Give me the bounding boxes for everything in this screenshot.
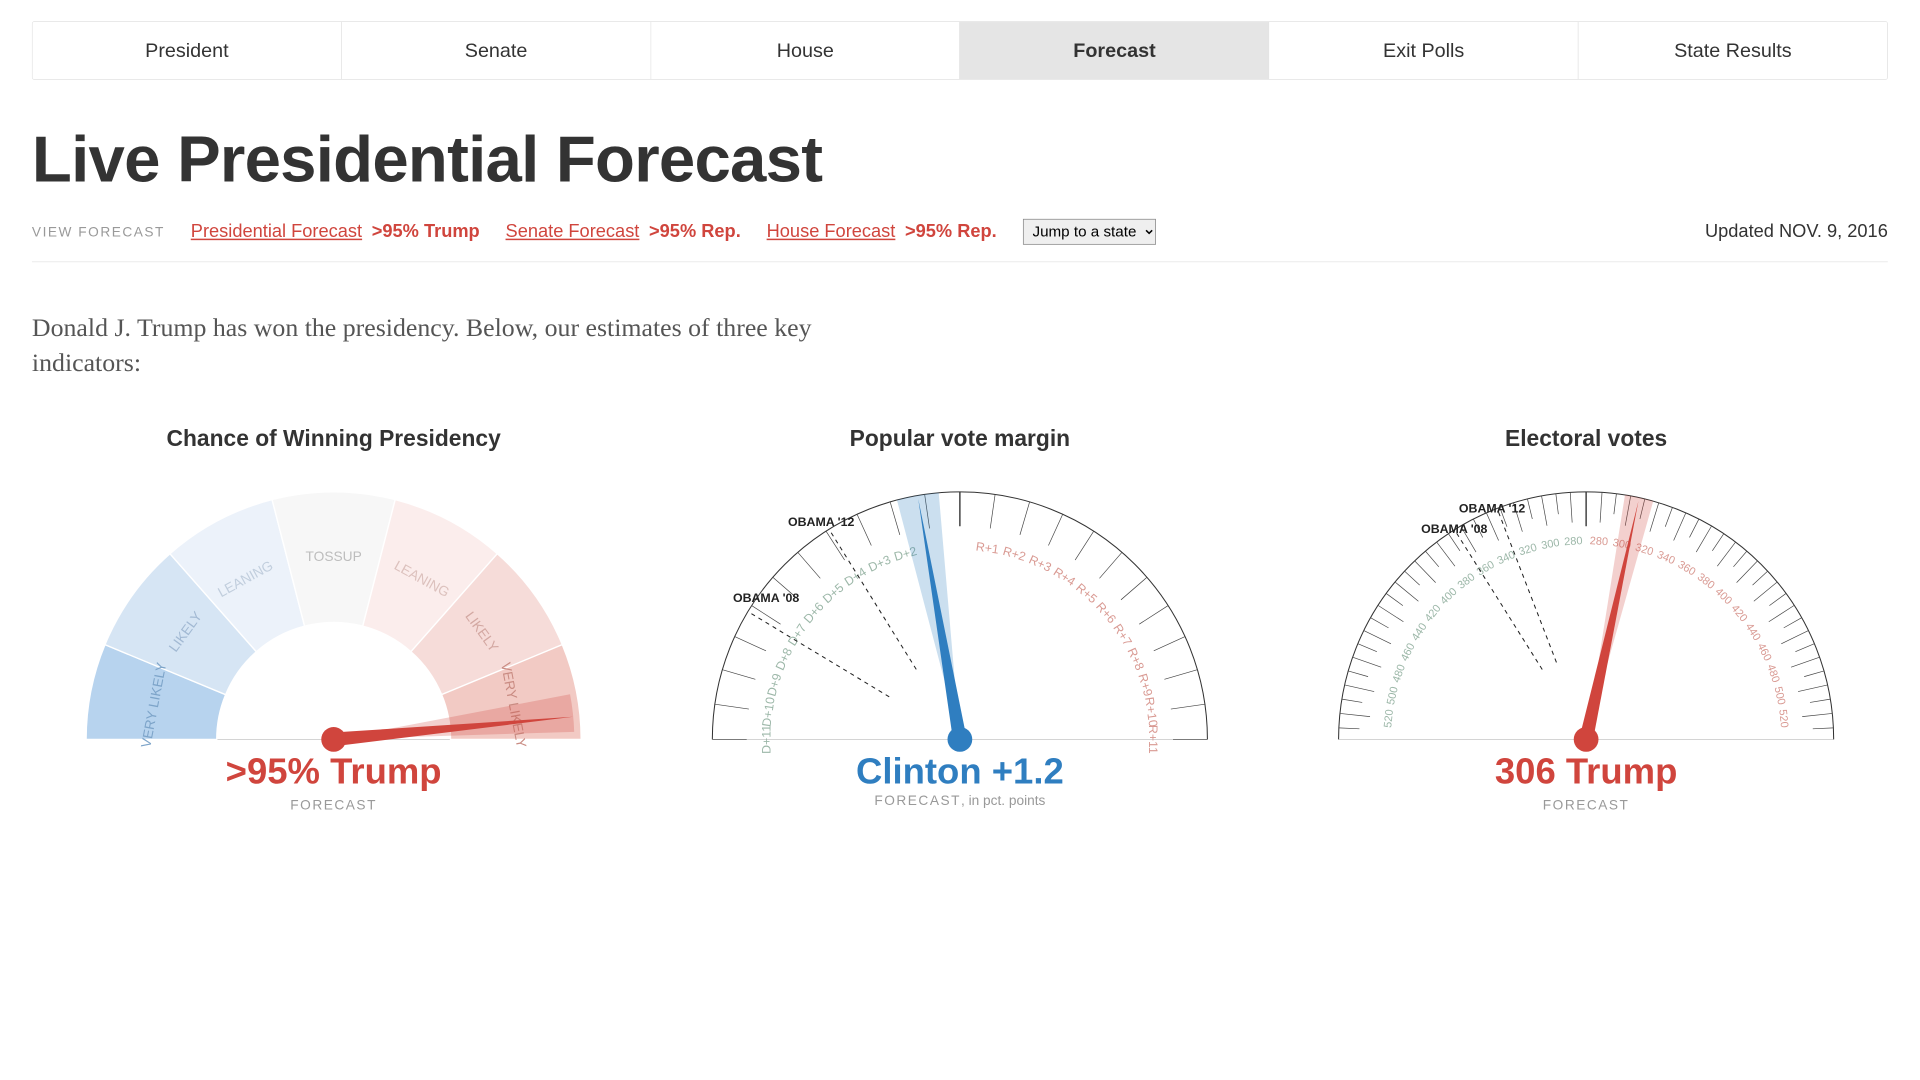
- forecast-bar: VIEW FORECAST Presidential Forecast >95%…: [32, 219, 1888, 262]
- svg-text:D+10: D+10: [760, 696, 778, 728]
- gauge-value: >95% Trump: [32, 751, 635, 793]
- tab-senate[interactable]: Senate: [342, 22, 651, 79]
- svg-text:320: 320: [1517, 541, 1538, 558]
- presidential-forecast-value: >95% Trump: [372, 221, 480, 242]
- svg-text:380: 380: [1456, 571, 1478, 592]
- svg-text:R+7: R+7: [1110, 621, 1134, 648]
- svg-text:380: 380: [1695, 571, 1717, 592]
- svg-text:360: 360: [1475, 559, 1497, 579]
- svg-text:OBAMA '12: OBAMA '12: [1459, 501, 1525, 515]
- svg-text:D+11: D+11: [760, 725, 774, 753]
- tab-forecast[interactable]: Forecast: [960, 22, 1269, 79]
- gauge-popular-vote: Popular vote margin D+2D+3D+4D+5D+6D+7D+…: [658, 426, 1261, 813]
- svg-text:R+9: R+9: [1135, 672, 1155, 698]
- gauge-title: Electoral votes: [1284, 426, 1887, 452]
- svg-text:R+6: R+6: [1093, 599, 1119, 626]
- gauge-value: Clinton +1.2: [658, 751, 1261, 793]
- gauge-value: 306 Trump: [1284, 751, 1887, 793]
- svg-text:440: 440: [1743, 621, 1763, 643]
- gauge-electoral-votes: Electoral votes 280300320340360380400420…: [1284, 426, 1887, 813]
- svg-text:520: 520: [1776, 709, 1790, 729]
- svg-text:R+11: R+11: [1146, 725, 1160, 753]
- page-title: Live Presidential Forecast: [32, 122, 1888, 197]
- svg-text:D+8: D+8: [773, 645, 795, 672]
- gauge-sub2: , in pct. points: [961, 793, 1045, 808]
- tab-exit-polls[interactable]: Exit Polls: [1269, 22, 1578, 79]
- svg-text:460: 460: [1399, 641, 1418, 663]
- svg-text:440: 440: [1410, 621, 1430, 643]
- svg-text:520: 520: [1382, 709, 1396, 729]
- svg-text:R+3: R+3: [1027, 552, 1054, 574]
- gauge-chance-of-winning: Chance of Winning Presidency VERY LIKELY…: [32, 426, 635, 813]
- svg-text:R+8: R+8: [1125, 646, 1147, 673]
- svg-text:280: 280: [1564, 535, 1583, 548]
- svg-text:360: 360: [1676, 559, 1698, 579]
- gauge-ev-svg: 2803003203403603804004204404604805005202…: [1284, 464, 1887, 753]
- svg-text:500: 500: [1772, 685, 1788, 706]
- svg-text:420: 420: [1729, 602, 1750, 624]
- svg-text:340: 340: [1655, 549, 1677, 567]
- svg-text:460: 460: [1755, 641, 1774, 663]
- svg-text:OBAMA '08: OBAMA '08: [733, 591, 799, 605]
- svg-text:OBAMA '12: OBAMA '12: [788, 515, 854, 529]
- gauge-sub: FORECAST: [874, 793, 961, 808]
- state-jump-select[interactable]: Jump to a state: [1023, 219, 1156, 245]
- svg-text:D+9: D+9: [764, 672, 784, 698]
- svg-text:280: 280: [1589, 535, 1608, 548]
- nav-tabs: President Senate House Forecast Exit Pol…: [32, 21, 1888, 80]
- intro-text: Donald J. Trump has won the presidency. …: [32, 311, 868, 381]
- svg-text:R+5: R+5: [1073, 580, 1100, 606]
- gauge-sub: FORECAST: [32, 797, 635, 813]
- svg-text:480: 480: [1391, 663, 1408, 684]
- svg-text:TOSSUP: TOSSUP: [305, 549, 361, 564]
- svg-text:D+4: D+4: [842, 564, 869, 588]
- gauge-title: Popular vote margin: [658, 426, 1261, 452]
- svg-text:D+6: D+6: [801, 599, 827, 626]
- svg-text:R+1: R+1: [975, 539, 1000, 556]
- svg-text:400: 400: [1713, 586, 1735, 607]
- svg-text:400: 400: [1438, 586, 1460, 607]
- svg-text:OBAMA '08: OBAMA '08: [1421, 522, 1487, 536]
- house-forecast-value: >95% Rep.: [905, 221, 997, 242]
- gauge-chance-svg: VERY LIKELYLIKELYLEANINGTOSSUPLEANINGLIK…: [32, 464, 635, 753]
- link-house-forecast[interactable]: House Forecast: [767, 221, 896, 242]
- gauge-pv-svg: D+2D+3D+4D+5D+6D+7D+8D+9D+10D+11R+1R+2R+…: [658, 464, 1261, 753]
- svg-text:420: 420: [1423, 602, 1444, 624]
- svg-text:D+5: D+5: [820, 580, 847, 606]
- updated-timestamp: Updated NOV. 9, 2016: [1705, 221, 1888, 242]
- link-presidential-forecast[interactable]: Presidential Forecast: [191, 221, 362, 242]
- svg-text:D+3: D+3: [866, 552, 893, 574]
- link-senate-forecast[interactable]: Senate Forecast: [506, 221, 640, 242]
- svg-text:500: 500: [1385, 685, 1401, 706]
- svg-text:R+10: R+10: [1142, 696, 1160, 728]
- svg-text:300: 300: [1540, 537, 1560, 552]
- view-forecast-label: VIEW FORECAST: [32, 224, 165, 240]
- tab-state-results[interactable]: State Results: [1579, 22, 1887, 79]
- gauge-title: Chance of Winning Presidency: [32, 426, 635, 452]
- tab-president[interactable]: President: [33, 22, 342, 79]
- tab-house[interactable]: House: [651, 22, 960, 79]
- gauge-sub: FORECAST: [1284, 797, 1887, 813]
- gauges-row: Chance of Winning Presidency VERY LIKELY…: [32, 426, 1888, 813]
- svg-text:R+2: R+2: [1001, 544, 1027, 564]
- svg-text:480: 480: [1764, 663, 1781, 684]
- svg-text:R+4: R+4: [1051, 565, 1078, 589]
- svg-text:D+7: D+7: [785, 621, 809, 648]
- senate-forecast-value: >95% Rep.: [649, 221, 741, 242]
